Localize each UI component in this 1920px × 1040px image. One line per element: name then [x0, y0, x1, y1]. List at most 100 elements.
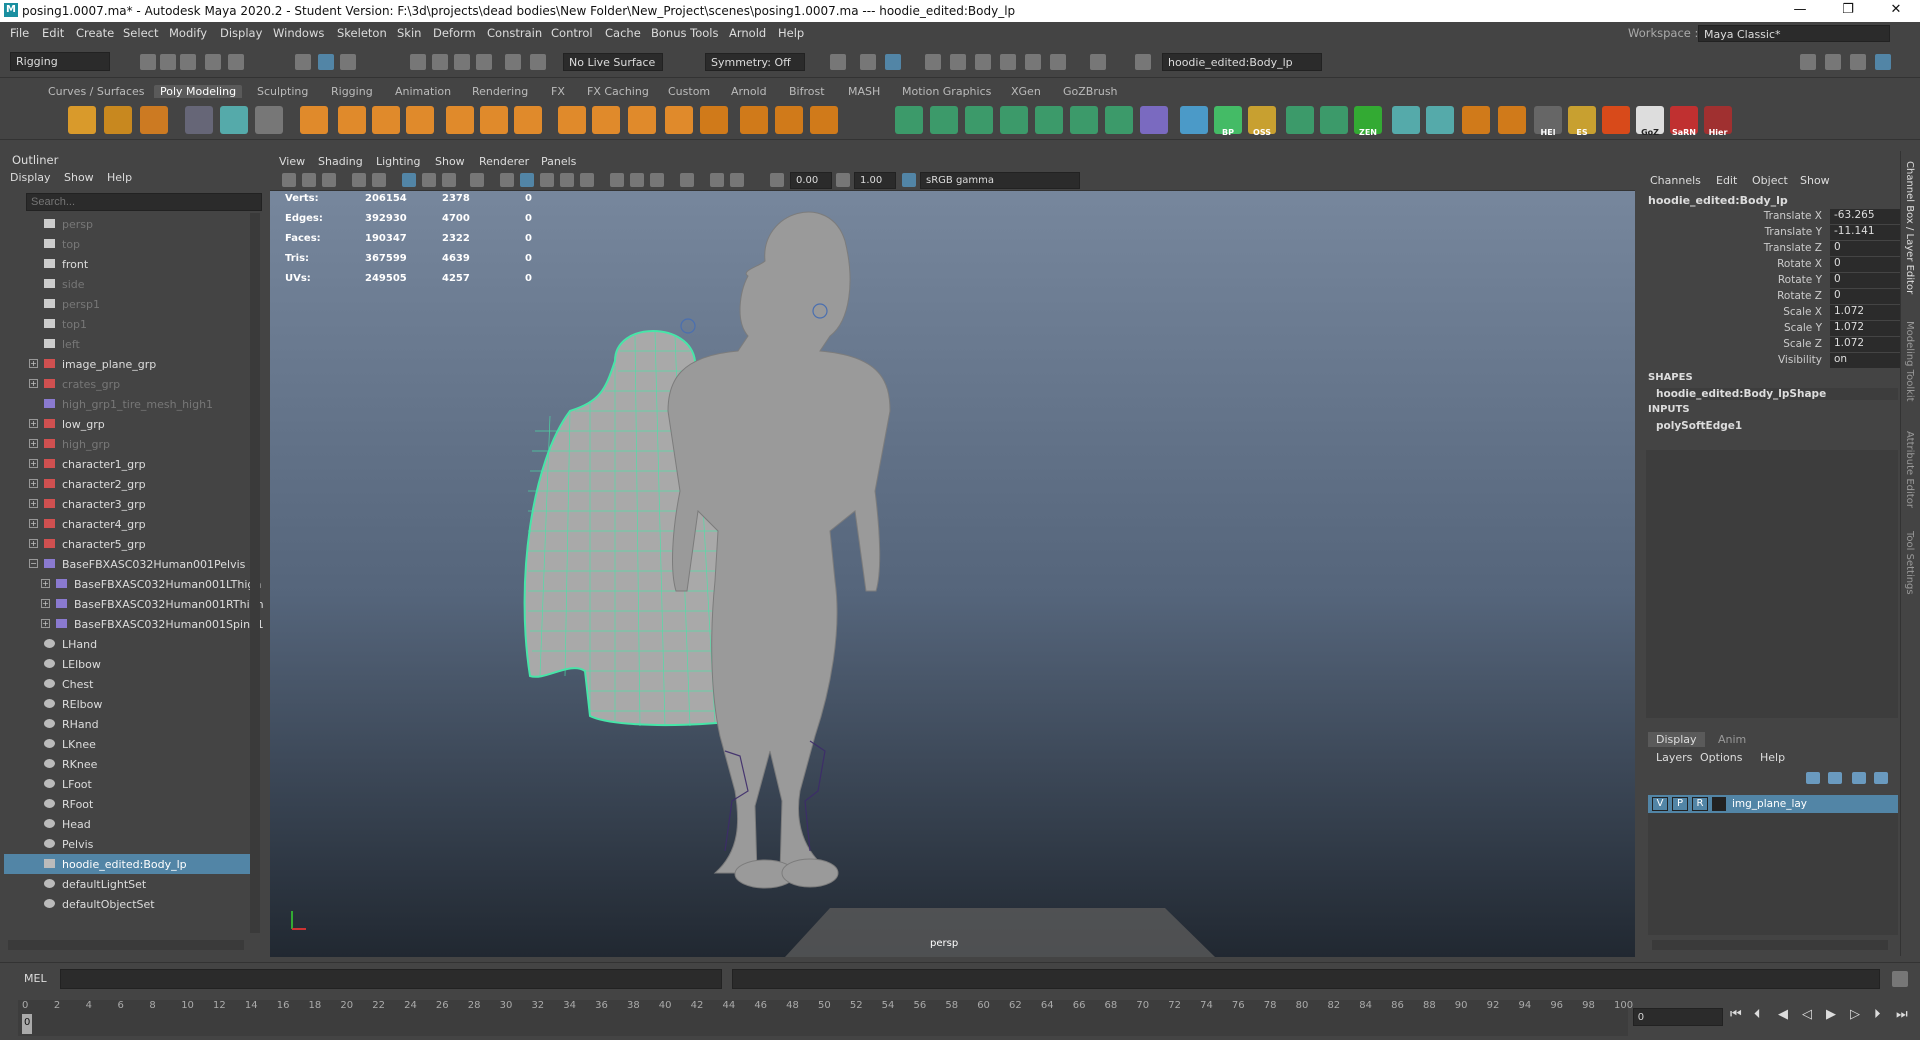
goz-icon[interactable]: GoZ	[1636, 106, 1664, 137]
outliner-item[interactable]: RHand	[4, 714, 254, 734]
menu-modify[interactable]: Modify	[169, 26, 207, 40]
menu-edit[interactable]: Edit	[42, 26, 64, 40]
channel-menu-edit[interactable]: Edit	[1716, 174, 1737, 187]
snap-curve-icon[interactable]	[432, 54, 448, 70]
combine-icon[interactable]	[446, 106, 474, 134]
outliner-item[interactable]: + BaseFBXASC032Human001LThigh	[4, 574, 261, 594]
workspace-dropdown[interactable]: Maya Classic*	[1698, 25, 1890, 42]
outliner-item[interactable]: + crates_grp	[4, 374, 254, 394]
render-current-icon[interactable]	[860, 54, 876, 70]
outliner-item[interactable]: + BaseFBXASC032Human001RThigh	[4, 594, 264, 614]
menu-help[interactable]: Help	[778, 26, 804, 40]
snap-point-icon[interactable]	[454, 54, 470, 70]
lattice-icon[interactable]	[1140, 106, 1168, 134]
shoulder-control[interactable]	[680, 318, 696, 334]
menuset-dropdown[interactable]: Rigging	[10, 52, 110, 71]
shelf-tab-gozbrush[interactable]: GoZBrush	[1063, 85, 1118, 98]
sarn-icon[interactable]: SaRN	[1670, 106, 1698, 137]
layout-uv-icon[interactable]	[1105, 106, 1133, 134]
object-name-field[interactable]: hoodie_edited:Body_lp	[1162, 53, 1322, 71]
bridge-icon[interactable]	[592, 106, 620, 134]
ipr-render-icon[interactable]	[885, 54, 901, 70]
color-management-icon[interactable]	[902, 173, 916, 187]
outliner-item[interactable]: + high_grp	[4, 434, 254, 454]
lights-icon[interactable]	[580, 173, 594, 187]
shelf-tab-animation[interactable]: Animation	[395, 85, 451, 98]
outliner-item[interactable]: RKnee	[4, 754, 254, 774]
shelf-tab-fx[interactable]: FX	[551, 85, 565, 98]
side-tab-tool-settings[interactable]: Tool Settings	[1904, 531, 1915, 595]
bp-icon[interactable]: BP	[1214, 106, 1242, 137]
outliner-menu-show[interactable]: Show	[64, 171, 94, 184]
outliner-item[interactable]: RFoot	[4, 794, 254, 814]
arnold-render-icon[interactable]	[1025, 54, 1041, 70]
channel-attr-value[interactable]: on	[1830, 353, 1900, 368]
scatter-icon[interactable]	[1462, 106, 1490, 134]
step-back-frame-icon[interactable]: ◀	[1778, 1007, 1788, 1022]
wireframe-icon[interactable]	[500, 173, 514, 187]
close-button[interactable]: ✕	[1876, 2, 1916, 20]
menu-create[interactable]: Create	[76, 26, 114, 40]
channel-attr-name[interactable]: Visibility	[1722, 354, 1822, 366]
shadows-icon[interactable]	[610, 173, 624, 187]
image-plane-icon[interactable]	[372, 173, 386, 187]
minimize-button[interactable]: —	[1780, 2, 1820, 20]
new-scene-icon[interactable]	[140, 54, 156, 70]
outliner-item[interactable]: LHand	[4, 634, 254, 654]
play-forwards-icon[interactable]: ▶	[1826, 1007, 1836, 1022]
camera-attributes-icon[interactable]	[302, 173, 316, 187]
shelf-tab-motion-graphics[interactable]: Motion Graphics	[902, 85, 991, 98]
channel-attr-name[interactable]: Translate X	[1722, 210, 1822, 222]
mel-label[interactable]: MEL	[24, 972, 47, 985]
menu-display[interactable]: Display	[220, 26, 262, 40]
shelf-tab-sculpting[interactable]: Sculpting	[257, 85, 308, 98]
hel-icon[interactable]: HEl	[1534, 106, 1562, 137]
channel-attr-name[interactable]: Rotate Z	[1722, 290, 1822, 302]
undo-icon[interactable]	[205, 54, 221, 70]
film-gate-icon[interactable]	[422, 173, 436, 187]
measure-tool-icon[interactable]	[185, 106, 213, 134]
channel-attr-value[interactable]: -63.265	[1830, 209, 1900, 224]
type-tool-icon[interactable]	[104, 106, 132, 134]
outliner-item[interactable]: + character3_grp	[4, 494, 254, 514]
shelf-tab-xgen[interactable]: XGen	[1011, 85, 1041, 98]
select-component-icon[interactable]	[340, 54, 356, 70]
name-field-mode-icon[interactable]	[1135, 54, 1151, 70]
pivot-tool-icon[interactable]	[220, 106, 248, 134]
outliner-item[interactable]: defaultObjectSet	[4, 894, 254, 914]
menu-skeleton[interactable]: Skeleton	[337, 26, 387, 40]
bookmark-icon[interactable]	[322, 173, 336, 187]
render-view-icon[interactable]	[975, 54, 991, 70]
step-forward-frame-icon[interactable]: ▷	[1850, 1007, 1860, 1022]
multi-cut-icon[interactable]	[740, 106, 768, 134]
expand-toggle-icon[interactable]: +	[29, 499, 38, 508]
reset-transform-icon[interactable]	[255, 106, 283, 134]
expand-toggle-icon[interactable]: +	[29, 359, 38, 368]
side-tab-attribute-editor[interactable]: Attribute Editor	[1904, 431, 1915, 508]
expand-toggle-icon[interactable]: +	[29, 479, 38, 488]
poly-plane-icon[interactable]	[406, 106, 434, 134]
unfold-icon[interactable]	[1070, 106, 1098, 134]
light-editor-icon[interactable]	[1000, 54, 1016, 70]
layer-name[interactable]: img_plane_lay	[1732, 798, 1807, 810]
arnold-ipr-icon[interactable]	[1050, 54, 1066, 70]
expand-toggle-icon[interactable]: +	[29, 419, 38, 428]
channel-attr-value[interactable]: 1.072	[1830, 305, 1900, 320]
shelf-tab-rendering[interactable]: Rendering	[472, 85, 528, 98]
channel-menu-show[interactable]: Show	[1800, 174, 1830, 187]
outliner-menu-help[interactable]: Help	[107, 171, 132, 184]
gate-mask-icon[interactable]	[470, 173, 484, 187]
tangent-icon[interactable]	[1426, 106, 1454, 134]
oss-icon[interactable]: OSS	[1248, 106, 1276, 137]
shelf-tab-custom[interactable]: Custom	[668, 85, 710, 98]
save-scene-icon[interactable]	[180, 54, 196, 70]
expand-toggle-icon[interactable]: +	[41, 579, 50, 588]
antialiasing-icon[interactable]	[650, 173, 664, 187]
retopo-icon[interactable]	[1000, 106, 1028, 134]
outliner-item[interactable]: side	[4, 274, 254, 294]
open-scene-icon[interactable]	[160, 54, 176, 70]
resolution-gate-icon[interactable]	[442, 173, 456, 187]
layer-row-img-plane[interactable]: V P R img_plane_lay	[1648, 795, 1898, 813]
shelf-tab-curves-surfaces[interactable]: Curves / Surfaces	[48, 85, 145, 98]
outliner-horizontal-scrollbar[interactable]	[8, 940, 244, 950]
